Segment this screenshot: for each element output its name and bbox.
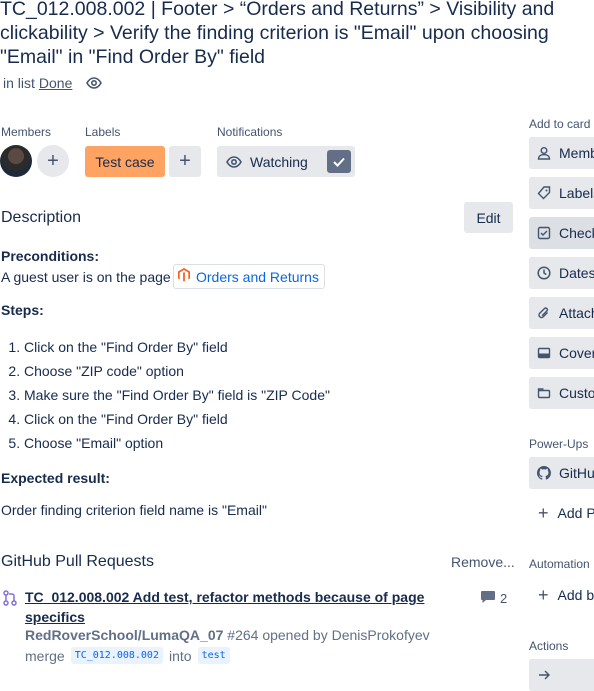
list-info: in list Done xyxy=(3,75,103,91)
add-powerups-button[interactable]: + Add Power-Ups xyxy=(529,497,594,529)
sidebar-label: Attachment xyxy=(559,305,594,321)
actions-heading: Actions xyxy=(529,639,569,653)
sidebar-dates-button[interactable]: Dates xyxy=(529,257,594,289)
orders-returns-link[interactable]: Orders and Returns xyxy=(173,264,325,289)
expected-text: Order finding criterion field name is "E… xyxy=(1,502,267,518)
powerups-heading: Power-Ups xyxy=(529,437,589,451)
automation-heading: Automation xyxy=(529,557,590,571)
checkbox-icon xyxy=(537,226,551,240)
sidebar-cover-button[interactable]: Cover xyxy=(529,337,594,369)
step-item: Choose "Email" option xyxy=(24,431,330,455)
pr-meta: #264 opened by DenisProkofyev xyxy=(227,627,430,643)
members-heading: Members xyxy=(1,125,52,139)
edit-description-button[interactable]: Edit xyxy=(464,202,513,233)
sidebar-label: Add button xyxy=(557,587,594,603)
pull-request-icon xyxy=(3,590,17,606)
sidebar-attachment-button[interactable]: Attachment xyxy=(529,297,594,329)
step-item: Click on the "Find Order By" field xyxy=(24,335,330,359)
step-item: Click on the "Find Order By" field xyxy=(24,407,330,431)
merge-word: merge xyxy=(25,647,65,664)
sidebar-members-button[interactable]: Members xyxy=(529,137,594,169)
sidebar-label: Add Power-Ups xyxy=(557,505,594,521)
eye-icon xyxy=(86,75,103,91)
steps-heading: Steps: xyxy=(1,302,44,318)
github-prs-heading: GitHub Pull Requests xyxy=(1,553,154,570)
magento-logo-icon xyxy=(178,268,190,285)
sidebar-label: Members xyxy=(559,145,594,161)
label-test-case[interactable]: Test case xyxy=(85,146,165,177)
arrow-icon xyxy=(537,668,551,682)
link-label: Orders and Returns xyxy=(196,268,319,285)
card-title[interactable]: TC_012.008.002 | Footer > “Orders and Re… xyxy=(0,0,594,69)
comment-icon xyxy=(480,590,496,607)
cover-icon xyxy=(537,346,551,360)
paperclip-icon xyxy=(537,306,551,320)
remove-prs-button[interactable]: Remove... xyxy=(451,554,515,570)
custom-fields-icon xyxy=(537,386,551,400)
member-avatar[interactable] xyxy=(0,145,32,177)
list-prefix: in list xyxy=(3,75,35,91)
sidebar-label: Cover xyxy=(559,345,594,361)
pr-repo-line: RedRoverSchool/LumaQA_07 #264 opened by … xyxy=(25,627,430,643)
add-member-button[interactable]: + xyxy=(37,145,69,177)
pr-comments: 2 xyxy=(480,590,507,607)
list-link[interactable]: Done xyxy=(39,75,72,91)
add-to-card-heading: Add to card xyxy=(529,117,591,131)
sidebar-custom-fields-button[interactable]: Custom Fields xyxy=(529,377,594,409)
sidebar-label: Custom Fields xyxy=(559,385,594,401)
add-automation-button[interactable]: + Add button xyxy=(529,579,594,611)
check-icon xyxy=(327,150,351,173)
expected-heading: Expected result: xyxy=(1,470,110,486)
sidebar-checklist-button[interactable]: Checklist xyxy=(529,217,594,249)
sidebar-label: Checklist xyxy=(559,225,594,241)
plus-icon: + xyxy=(179,150,191,172)
github-icon xyxy=(537,466,551,480)
sidebar-move-button[interactable] xyxy=(529,659,594,691)
labels-heading: Labels xyxy=(85,125,121,139)
watch-button[interactable]: Watching xyxy=(217,146,355,177)
step-item: Make sure the "Find Order By" field is "… xyxy=(24,383,330,407)
sidebar-labels-button[interactable]: Labels xyxy=(529,177,594,209)
step-item: Choose "ZIP code" option xyxy=(24,359,330,383)
watch-label: Watching xyxy=(250,153,308,170)
description-heading: Description xyxy=(1,209,82,226)
sidebar-label: Dates xyxy=(559,265,594,281)
tag-icon xyxy=(537,186,551,200)
sidebar-label: Labels xyxy=(559,185,594,201)
pr-merge-line: merge TC_012.008.002 into test xyxy=(25,647,230,664)
steps-list: Click on the "Find Order By" field Choos… xyxy=(1,335,330,455)
repo-name[interactable]: RedRoverSchool/LumaQA_07 xyxy=(25,627,223,643)
source-branch: TC_012.008.002 xyxy=(70,647,163,664)
plus-icon: + xyxy=(47,149,59,172)
eye-icon xyxy=(226,154,242,170)
notifications-heading: Notifications xyxy=(217,125,283,139)
person-icon xyxy=(537,146,551,160)
comment-count: 2 xyxy=(500,591,508,606)
pr-title-link[interactable]: TC_012.008.002 Add test, refactor method… xyxy=(25,587,465,627)
plus-icon: + xyxy=(538,502,549,523)
add-label-button[interactable]: + xyxy=(169,146,201,177)
target-branch: test xyxy=(197,647,230,664)
sidebar-github-button[interactable]: GitHub xyxy=(529,457,594,489)
clock-icon xyxy=(537,266,551,280)
preconditions-text: A guest user is on the page xyxy=(1,269,171,285)
preconditions-heading: Preconditions: xyxy=(1,248,100,264)
plus-icon: + xyxy=(538,584,549,605)
into-word: into xyxy=(168,647,192,664)
sidebar-label: GitHub xyxy=(559,465,594,481)
